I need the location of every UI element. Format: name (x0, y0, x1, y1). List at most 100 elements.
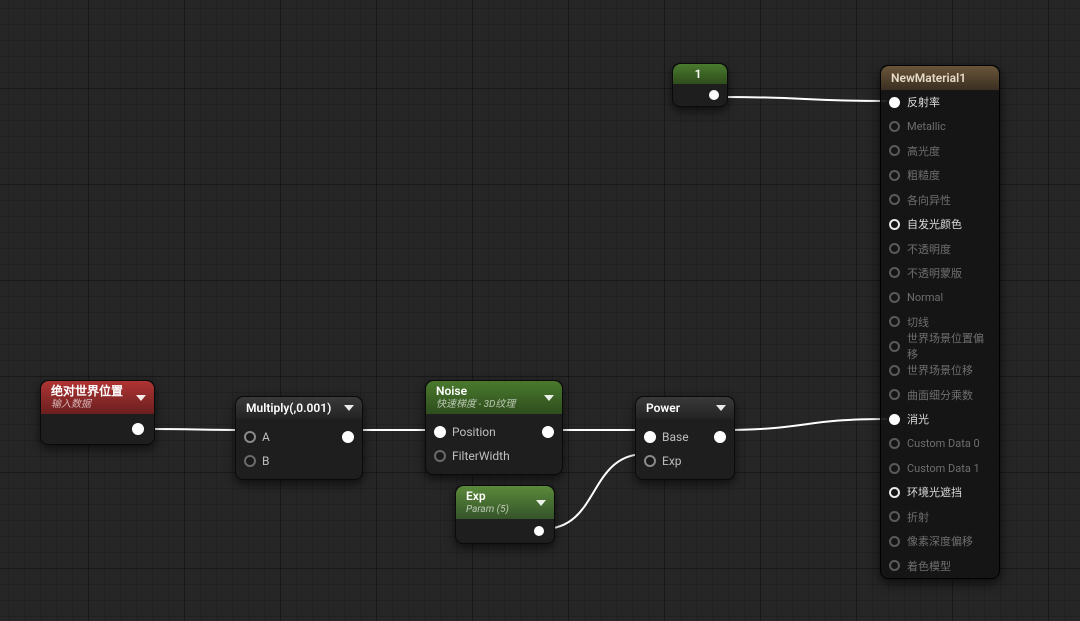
pin-row-b: B (244, 449, 354, 473)
output-pin[interactable] (534, 526, 544, 536)
pin-row-exp: Exp (644, 449, 726, 473)
node-title: Multiply(,0.001) (246, 401, 331, 415)
node-header[interactable]: 1 (673, 64, 727, 84)
output-pin[interactable] (709, 90, 719, 100)
constant-value: 1 (695, 67, 702, 81)
material-pin-row[interactable]: Normal (881, 285, 999, 309)
material-pin-row[interactable]: 世界场景位置偏移 (881, 334, 999, 358)
material-pin-row[interactable]: 折射 (881, 505, 999, 529)
node-output-row (41, 414, 154, 444)
pin-row-a: A (244, 425, 354, 449)
material-input-pin[interactable] (889, 560, 900, 571)
pin-label: FilterWidth (452, 449, 510, 463)
node-header[interactable]: 绝对世界位置 输入数据 (41, 381, 154, 414)
material-pin-label: Metallic (907, 120, 946, 133)
material-input-pin[interactable] (889, 121, 900, 132)
material-pin-row[interactable]: 着色模型 (881, 553, 999, 577)
output-pin[interactable] (132, 423, 144, 435)
material-input-pin[interactable] (889, 194, 900, 205)
pin-row-position: Position (434, 420, 554, 444)
material-pin-row[interactable]: 不透明蒙版 (881, 261, 999, 285)
chevron-down-icon[interactable] (716, 405, 726, 411)
material-input-pin[interactable] (889, 170, 900, 181)
material-pin-row[interactable]: 消光 (881, 407, 999, 431)
node-header[interactable]: Noise 快速梯度 - 3D纹理 (426, 381, 562, 414)
material-input-pin[interactable] (889, 414, 900, 425)
material-pin-row[interactable]: 反射率 (881, 90, 999, 114)
material-pin-label: 消光 (907, 411, 929, 427)
material-input-pin[interactable] (889, 389, 900, 400)
node-exp-param[interactable]: Exp Param (5) (455, 485, 555, 544)
material-pin-row[interactable]: Custom Data 1 (881, 456, 999, 480)
material-input-pin[interactable] (889, 438, 900, 449)
material-pin-label: 高光度 (907, 143, 940, 159)
input-pin-base[interactable] (644, 431, 656, 443)
material-input-pin[interactable] (889, 487, 900, 498)
output-pin[interactable] (714, 431, 726, 443)
material-input-pin[interactable] (889, 536, 900, 547)
material-pin-label: Custom Data 0 (907, 437, 980, 450)
node-constant-1[interactable]: 1 (672, 63, 728, 107)
material-pin-row[interactable]: Metallic (881, 114, 999, 138)
material-pin-label: 不透明度 (907, 241, 951, 257)
material-header[interactable]: NewMaterial1 (881, 66, 999, 90)
node-subtitle: Param (5) (466, 504, 509, 516)
material-pin-label: 不透明蒙版 (907, 265, 962, 281)
node-noise[interactable]: Noise 快速梯度 - 3D纹理 Position FilterWidth (425, 380, 563, 475)
material-input-pin[interactable] (889, 365, 900, 376)
material-input-pin[interactable] (889, 243, 900, 254)
chevron-down-icon[interactable] (136, 395, 146, 401)
pin-label: Position (452, 425, 496, 439)
material-pin-row[interactable]: 环境光遮挡 (881, 480, 999, 504)
node-header[interactable]: Exp Param (5) (456, 486, 554, 519)
input-pin-position[interactable] (434, 426, 446, 438)
node-absolute-world-position[interactable]: 绝对世界位置 输入数据 (40, 380, 155, 445)
input-pin-b[interactable] (244, 455, 256, 467)
node-power[interactable]: Power Base Exp (635, 396, 735, 480)
material-input-pin[interactable] (889, 145, 900, 156)
material-input-pin[interactable] (889, 97, 900, 108)
input-pin-filterwidth[interactable] (434, 450, 446, 462)
node-header[interactable]: Multiply(,0.001) (236, 397, 362, 419)
material-pin-label: 像素深度偏移 (907, 533, 973, 549)
material-pin-label: 折射 (907, 509, 929, 525)
chevron-down-icon[interactable] (536, 500, 546, 506)
material-pin-label: 自发光颜色 (907, 216, 962, 232)
material-input-pin[interactable] (889, 219, 900, 230)
pin-row-filterwidth: FilterWidth (434, 444, 554, 468)
material-pin-label: 各向异性 (907, 192, 951, 208)
material-pin-row[interactable]: Custom Data 0 (881, 431, 999, 455)
material-input-pin[interactable] (889, 463, 900, 474)
material-input-pin[interactable] (889, 292, 900, 303)
input-pin-exp[interactable] (644, 455, 656, 467)
output-pin[interactable] (542, 426, 554, 438)
material-pin-row[interactable]: 高光度 (881, 139, 999, 163)
material-input-pin[interactable] (889, 341, 900, 352)
material-pin-row[interactable]: 粗糙度 (881, 163, 999, 187)
node-header[interactable]: Power (636, 397, 734, 419)
material-pin-row[interactable]: 像素深度偏移 (881, 529, 999, 553)
pin-label: Base (662, 430, 689, 444)
material-input-pin[interactable] (889, 316, 900, 327)
material-pin-label: 着色模型 (907, 558, 951, 574)
output-pin[interactable] (342, 431, 354, 443)
material-pin-label: 粗糙度 (907, 167, 940, 183)
node-multiply[interactable]: Multiply(,0.001) A B (235, 396, 363, 480)
material-pin-row[interactable]: 曲面细分乘数 (881, 383, 999, 407)
node-output-row (673, 84, 727, 106)
material-pin-row[interactable]: 各向异性 (881, 188, 999, 212)
material-pin-label: 切线 (907, 314, 929, 330)
material-output-node[interactable]: NewMaterial1 反射率 Metallic 高光度粗糙度各向异性自发光颜色不… (880, 65, 1000, 579)
material-pin-label: 环境光遮挡 (907, 484, 962, 500)
node-output-row (456, 519, 554, 543)
material-pin-label: 世界场景位置偏移 (907, 330, 991, 362)
chevron-down-icon[interactable] (344, 405, 354, 411)
material-input-pin[interactable] (889, 511, 900, 522)
node-title: Exp (466, 490, 509, 504)
node-title: 绝对世界位置 (51, 385, 123, 399)
material-pin-row[interactable]: 不透明度 (881, 236, 999, 260)
material-input-pin[interactable] (889, 267, 900, 278)
input-pin-a[interactable] (244, 431, 256, 443)
material-pin-row[interactable]: 自发光颜色 (881, 212, 999, 236)
chevron-down-icon[interactable] (544, 395, 554, 401)
